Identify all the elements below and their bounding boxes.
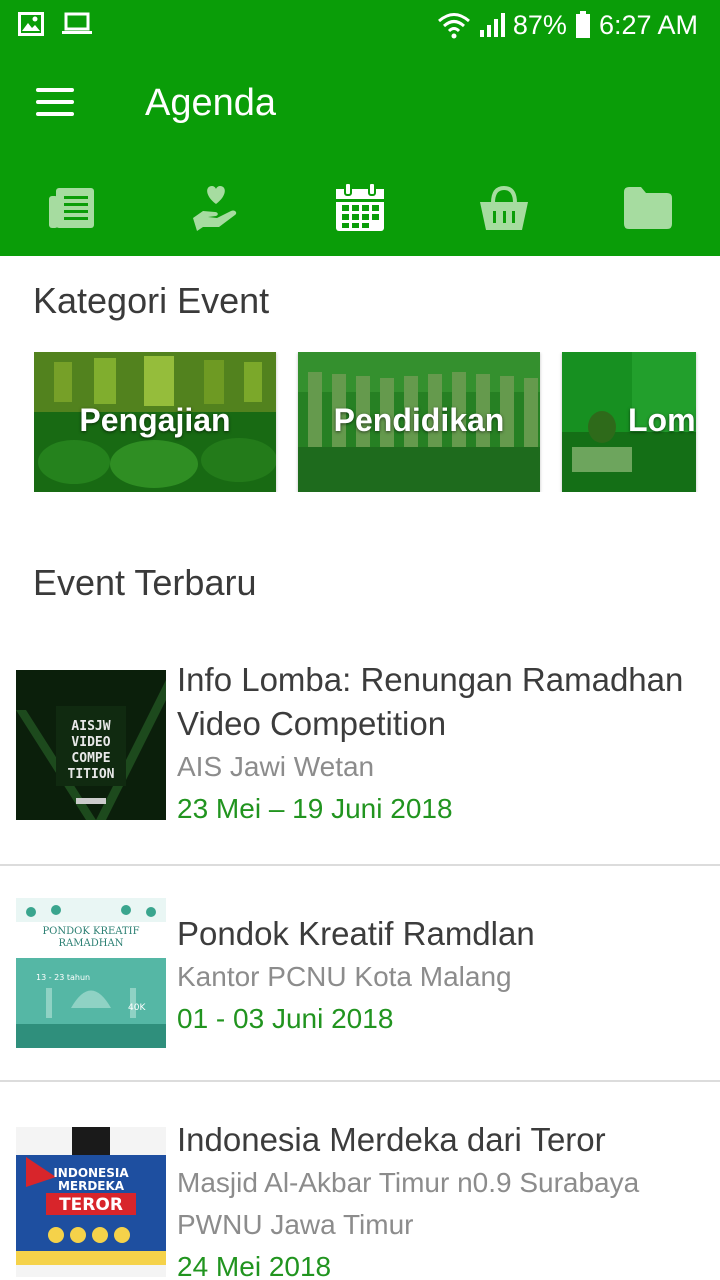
category-label: Pendidikan: [333, 402, 505, 438]
category-label: Lomba: [628, 402, 696, 438]
event-title-line2: Video Competition: [177, 705, 447, 742]
section-title-events: Event Terbaru: [33, 562, 257, 603]
event-item[interactable]: PONDOK KREATIF RAMADHAN 13 - 23 tahun 40…: [0, 898, 720, 1080]
event-thumbnail: PONDOK KREATIF RAMADHAN 13 - 23 tahun 40…: [16, 898, 166, 1048]
wifi-icon: [437, 11, 471, 39]
clock: 6:27 AM: [598, 9, 698, 40]
status-bar: 87% 6:27 AM: [0, 0, 720, 50]
divider: [0, 864, 720, 866]
category-label: Pengajian: [79, 402, 231, 438]
folder-icon: [623, 186, 673, 230]
category-carousel[interactable]: Pengajian Pendidikan Lomba: [34, 352, 720, 492]
svg-text:VIDEO: VIDEO: [71, 735, 110, 750]
event-date: 24 Mei 2018: [177, 1251, 332, 1280]
tab-files[interactable]: [576, 160, 720, 256]
event-title: Indonesia Merdeka dari Teror: [177, 1121, 606, 1158]
event-organizer: PWNU Jawa Timur: [177, 1209, 414, 1240]
event-organizer: Kantor PCNU Kota Malang: [177, 961, 512, 992]
svg-text:COMPE: COMPE: [71, 751, 110, 766]
calendar-icon: [335, 183, 385, 233]
event-item[interactable]: AISJW VIDEO COMPE TITION Info Lomba: Ren…: [0, 658, 720, 864]
svg-text:MERDEKA: MERDEKA: [58, 1179, 125, 1193]
event-thumbnail: INDONESIA MERDEKA TEROR: [16, 1127, 166, 1277]
category-card-pengajian[interactable]: Pengajian: [34, 352, 276, 492]
laptop-icon: [62, 12, 92, 36]
event-date: 01 - 03 Juni 2018: [177, 1003, 394, 1034]
battery-icon: [575, 11, 591, 39]
section-title-categories: Kategori Event: [33, 280, 270, 321]
divider: [0, 1080, 720, 1082]
event-title: Info Lomba: Renungan Ramadhan: [177, 661, 684, 698]
page-title: Agenda: [145, 82, 277, 124]
tab-bar: [0, 160, 720, 256]
svg-text:INDONESIA: INDONESIA: [53, 1166, 129, 1180]
event-title: Pondok Kreatif Ramdlan: [177, 915, 535, 952]
svg-text:40K: 40K: [128, 1003, 146, 1013]
signal-icon: [479, 12, 505, 38]
charity-hand-icon: [191, 184, 241, 232]
svg-text:TITION: TITION: [68, 767, 115, 782]
svg-text:13 - 23 tahun: 13 - 23 tahun: [36, 973, 90, 982]
tab-news[interactable]: [0, 160, 144, 256]
newspaper-icon: [48, 186, 96, 230]
tab-charity[interactable]: [144, 160, 288, 256]
svg-text:TEROR: TEROR: [59, 1195, 123, 1215]
svg-text:RAMADHAN: RAMADHAN: [59, 938, 124, 949]
event-date: 23 Mei – 19 Juni 2018: [177, 793, 453, 824]
tab-shop[interactable]: [432, 160, 576, 256]
event-organizer: AIS Jawi Wetan: [177, 751, 375, 782]
event-item[interactable]: INDONESIA MERDEKA TEROR Indonesia Merdek…: [0, 1118, 720, 1280]
category-card-lomba[interactable]: Lomba: [562, 352, 696, 492]
event-thumbnail: AISJW VIDEO COMPE TITION: [16, 670, 166, 820]
category-card-pendidikan[interactable]: Pendidikan: [298, 352, 540, 492]
app-toolbar: Agenda: [0, 50, 720, 160]
battery-percent: 87%: [512, 9, 567, 40]
tab-agenda[interactable]: [288, 160, 432, 256]
svg-text:AISJW: AISJW: [71, 719, 110, 734]
svg-text:PONDOK KREATIF: PONDOK KREATIF: [42, 926, 139, 937]
shopping-basket-icon: [479, 185, 529, 231]
event-venue: Masjid Al-Akbar Timur n0.9 Surabaya: [177, 1167, 640, 1198]
hamburger-menu-icon[interactable]: [36, 88, 76, 120]
image-icon: [18, 12, 44, 36]
